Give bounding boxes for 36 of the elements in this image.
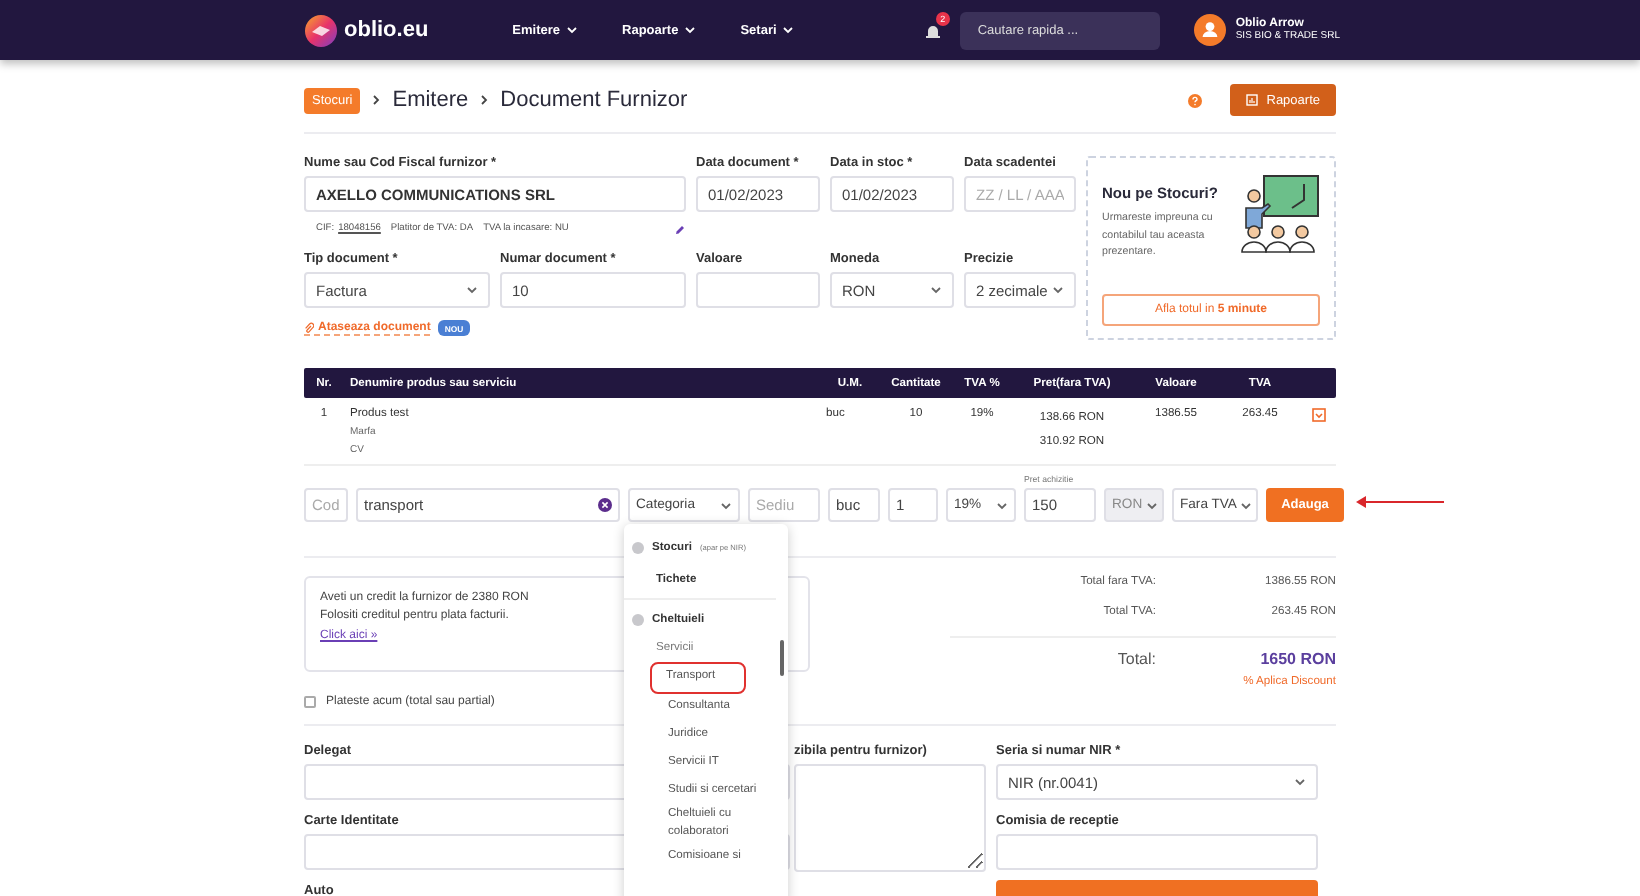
bullet-icon bbox=[632, 614, 644, 626]
caret-down-icon bbox=[930, 286, 942, 294]
user-avatar-icon[interactable] bbox=[1193, 14, 1226, 46]
scrollbar-thumb[interactable] bbox=[780, 640, 784, 676]
caret-down-icon bbox=[782, 26, 795, 34]
caret-down-icon bbox=[1294, 778, 1306, 786]
chevron-right-icon bbox=[372, 94, 381, 106]
input-field[interactable] bbox=[996, 834, 1318, 870]
caret-down-icon bbox=[466, 286, 478, 294]
chevron-right-icon bbox=[480, 94, 489, 106]
pointer-arrow bbox=[1356, 494, 1444, 510]
caret-down-icon bbox=[1146, 501, 1159, 509]
row-menu-icon[interactable] bbox=[1311, 408, 1325, 422]
grand-total-label: Total: bbox=[1115, 650, 1156, 668]
caret-down-icon bbox=[684, 26, 697, 34]
caret-down-icon bbox=[720, 501, 732, 509]
pencil-icon[interactable] bbox=[674, 223, 686, 235]
input-field[interactable] bbox=[696, 272, 820, 308]
bullet-icon bbox=[632, 542, 644, 554]
checkbox[interactable] bbox=[304, 696, 316, 708]
bell-icon[interactable] bbox=[923, 21, 942, 39]
caret-down-icon bbox=[566, 26, 579, 34]
page-title: Document Furnizor bbox=[500, 88, 688, 112]
caret-down-icon bbox=[1240, 501, 1253, 509]
logo-icon bbox=[304, 13, 338, 47]
clear-icon[interactable] bbox=[598, 498, 612, 512]
logo-text: oblio.eu bbox=[344, 18, 429, 42]
notes-field[interactable] bbox=[794, 764, 986, 872]
caret-down-icon bbox=[996, 501, 1008, 509]
page-title: Emitere bbox=[392, 88, 469, 112]
caret-down-icon bbox=[1052, 286, 1064, 294]
presentation-drawing bbox=[1236, 174, 1320, 254]
paperclip-icon bbox=[304, 321, 314, 333]
grand-total-value: 1650 RON bbox=[1258, 650, 1336, 668]
chart-icon bbox=[1246, 94, 1259, 106]
help-icon[interactable] bbox=[1188, 93, 1203, 107]
